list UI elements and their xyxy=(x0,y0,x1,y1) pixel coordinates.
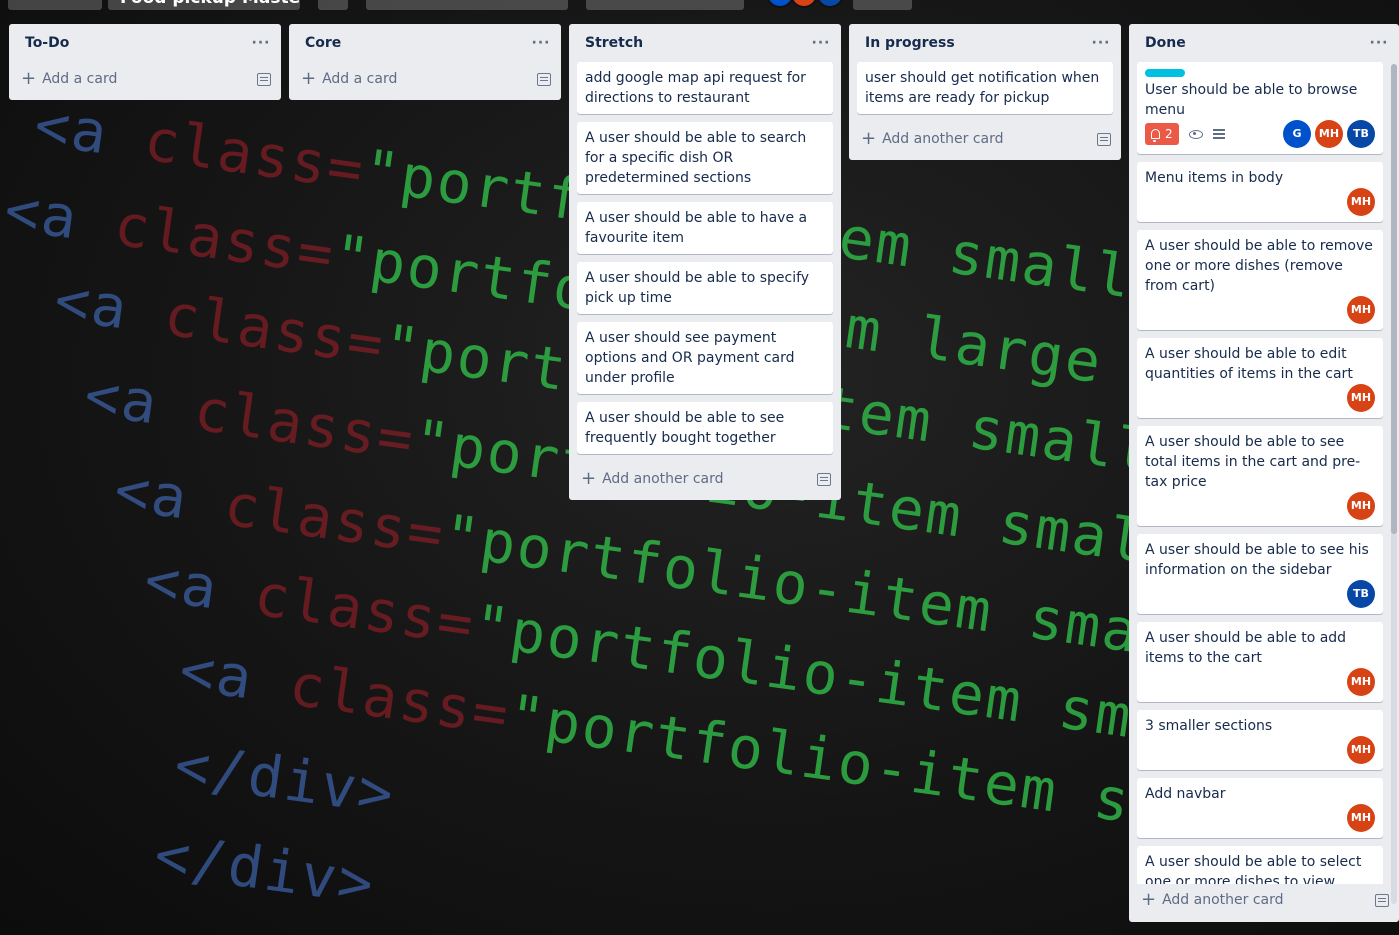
add-card-button[interactable]: + Add a card xyxy=(9,62,281,96)
add-card-label: Add another card xyxy=(882,131,1004,147)
card[interactable]: A user should be able to see total items… xyxy=(1137,426,1383,526)
list-title[interactable]: Stretch xyxy=(585,35,643,51)
member-avatar[interactable] xyxy=(816,0,844,8)
card-template-icon[interactable] xyxy=(537,72,551,86)
card[interactable]: A user should be able to add items to th… xyxy=(1137,622,1383,702)
card-title: 3 smaller sections xyxy=(1145,718,1273,734)
card-title: A user should be able to select one or m… xyxy=(1145,854,1362,884)
list-header: Stretch ··· xyxy=(569,24,841,62)
card[interactable]: A user should be able to see frequently … xyxy=(577,402,833,454)
workspace-button[interactable] xyxy=(366,0,568,10)
card-footer: 2 G MH TB xyxy=(1145,120,1375,148)
card[interactable]: user should get notification when items … xyxy=(857,62,1113,114)
member-avatar[interactable] xyxy=(766,0,794,8)
member-avatar[interactable] xyxy=(790,0,818,8)
card[interactable]: Add navbar MH xyxy=(1137,778,1383,838)
ellipsis-icon[interactable]: ··· xyxy=(249,35,273,51)
card[interactable]: User should be able to browse menu 2 G M… xyxy=(1137,62,1383,154)
card[interactable]: A user should see payment options and OR… xyxy=(577,322,833,394)
avatar[interactable]: TB xyxy=(1347,120,1375,148)
card[interactable]: Menu items in body MH xyxy=(1137,162,1383,222)
card[interactable]: A user should be able to specify pick up… xyxy=(577,262,833,314)
card-title: Menu items in body xyxy=(1145,170,1284,186)
add-card-label: Add a card xyxy=(42,71,118,87)
list-title[interactable]: To-Do xyxy=(25,35,69,51)
card-title: A user should be able to add items to th… xyxy=(1145,630,1347,666)
card-title: A user should be able to edit quantities… xyxy=(1145,346,1353,382)
card[interactable]: A user should be able to remove one or m… xyxy=(1137,230,1383,330)
card-list: User should be able to browse menu 2 G M… xyxy=(1129,62,1399,884)
card-title: User should be able to browse menu xyxy=(1145,82,1358,118)
description-icon xyxy=(1212,129,1225,139)
avatar[interactable]: MH xyxy=(1347,492,1375,520)
list-in-progress: In progress ··· user should get notifica… xyxy=(849,24,1121,160)
ellipsis-icon[interactable]: ··· xyxy=(529,35,553,51)
card-label[interactable] xyxy=(1145,69,1185,77)
avatar[interactable]: MH xyxy=(1347,668,1375,696)
card-title: Add navbar xyxy=(1145,786,1226,802)
list-title[interactable]: Core xyxy=(305,35,341,51)
list-core: Core ··· + Add a card xyxy=(289,24,561,100)
add-card-label: Add a card xyxy=(322,71,398,87)
list-title[interactable]: In progress xyxy=(865,35,955,51)
board-switcher-button[interactable] xyxy=(8,0,102,10)
invite-button[interactable] xyxy=(853,0,912,10)
card-template-icon[interactable] xyxy=(817,472,831,486)
avatar[interactable]: MH xyxy=(1347,736,1375,764)
avatar[interactable]: MH xyxy=(1347,296,1375,324)
card-list: user should get notification when items … xyxy=(849,62,1121,114)
card[interactable]: 3 smaller sections MH xyxy=(1137,710,1383,770)
avatar[interactable]: MH xyxy=(1315,120,1343,148)
avatar[interactable]: MH xyxy=(1347,384,1375,412)
plus-icon: + xyxy=(581,468,597,489)
visibility-button[interactable] xyxy=(586,0,744,10)
card-template-icon[interactable] xyxy=(1097,132,1111,146)
card[interactable]: A user should be able to search for a sp… xyxy=(577,122,833,194)
list-title[interactable]: Done xyxy=(1145,35,1186,51)
card-list: add google map api request for direction… xyxy=(569,62,841,454)
add-card-button[interactable]: + Add another card xyxy=(1129,884,1399,916)
eye-icon xyxy=(1188,129,1203,139)
avatar[interactable]: G xyxy=(1283,120,1311,148)
avatar[interactable]: TB xyxy=(1347,580,1375,608)
add-card-label: Add another card xyxy=(1162,892,1284,908)
card-template-icon[interactable] xyxy=(257,72,271,86)
list-stretch: Stretch ··· add google map api request f… xyxy=(569,24,841,500)
add-card-label: Add another card xyxy=(602,471,724,487)
card[interactable]: add google map api request for direction… xyxy=(577,62,833,114)
card-title: A user should be able to see his informa… xyxy=(1145,542,1369,578)
list-done: Done ··· User should be able to browse m… xyxy=(1129,24,1399,922)
card-template-icon[interactable] xyxy=(1375,893,1389,907)
card[interactable]: A user should be able to edit quantities… xyxy=(1137,338,1383,418)
plus-icon: + xyxy=(21,68,37,89)
add-card-button[interactable]: + Add another card xyxy=(569,462,841,496)
list-header: Core ··· xyxy=(289,24,561,62)
due-alert-badge[interactable]: 2 xyxy=(1145,123,1179,145)
card[interactable]: A user should be able to see his informa… xyxy=(1137,534,1383,614)
card[interactable]: A user should be able to select one or m… xyxy=(1137,846,1383,884)
board-header: Food pickup Masterli xyxy=(0,0,1399,12)
add-card-button[interactable]: + Add a card xyxy=(289,62,561,96)
card-title: A user should be able to remove one or m… xyxy=(1145,238,1373,294)
card[interactable]: A user should be able to have a favourit… xyxy=(577,202,833,254)
board-title[interactable]: Food pickup Masterli xyxy=(108,0,300,10)
avatar[interactable]: MH xyxy=(1347,188,1375,216)
avatar[interactable]: MH xyxy=(1347,804,1375,832)
list-header: In progress ··· xyxy=(849,24,1121,62)
list-todo: To-Do ··· + Add a card xyxy=(9,24,281,100)
list-header: Done ··· xyxy=(1129,24,1399,62)
ellipsis-icon[interactable]: ··· xyxy=(1089,35,1113,51)
plus-icon: + xyxy=(861,128,877,149)
ellipsis-icon[interactable]: ··· xyxy=(809,35,833,51)
ellipsis-icon[interactable]: ··· xyxy=(1367,35,1391,51)
plus-icon: + xyxy=(1141,889,1157,910)
card-title: A user should be able to see total items… xyxy=(1145,434,1361,490)
list-header: To-Do ··· xyxy=(9,24,281,62)
plus-icon: + xyxy=(301,68,317,89)
add-card-button[interactable]: + Add another card xyxy=(849,122,1121,156)
bell-icon xyxy=(1151,129,1160,142)
alert-count: 2 xyxy=(1165,127,1173,141)
star-button[interactable] xyxy=(318,0,348,10)
